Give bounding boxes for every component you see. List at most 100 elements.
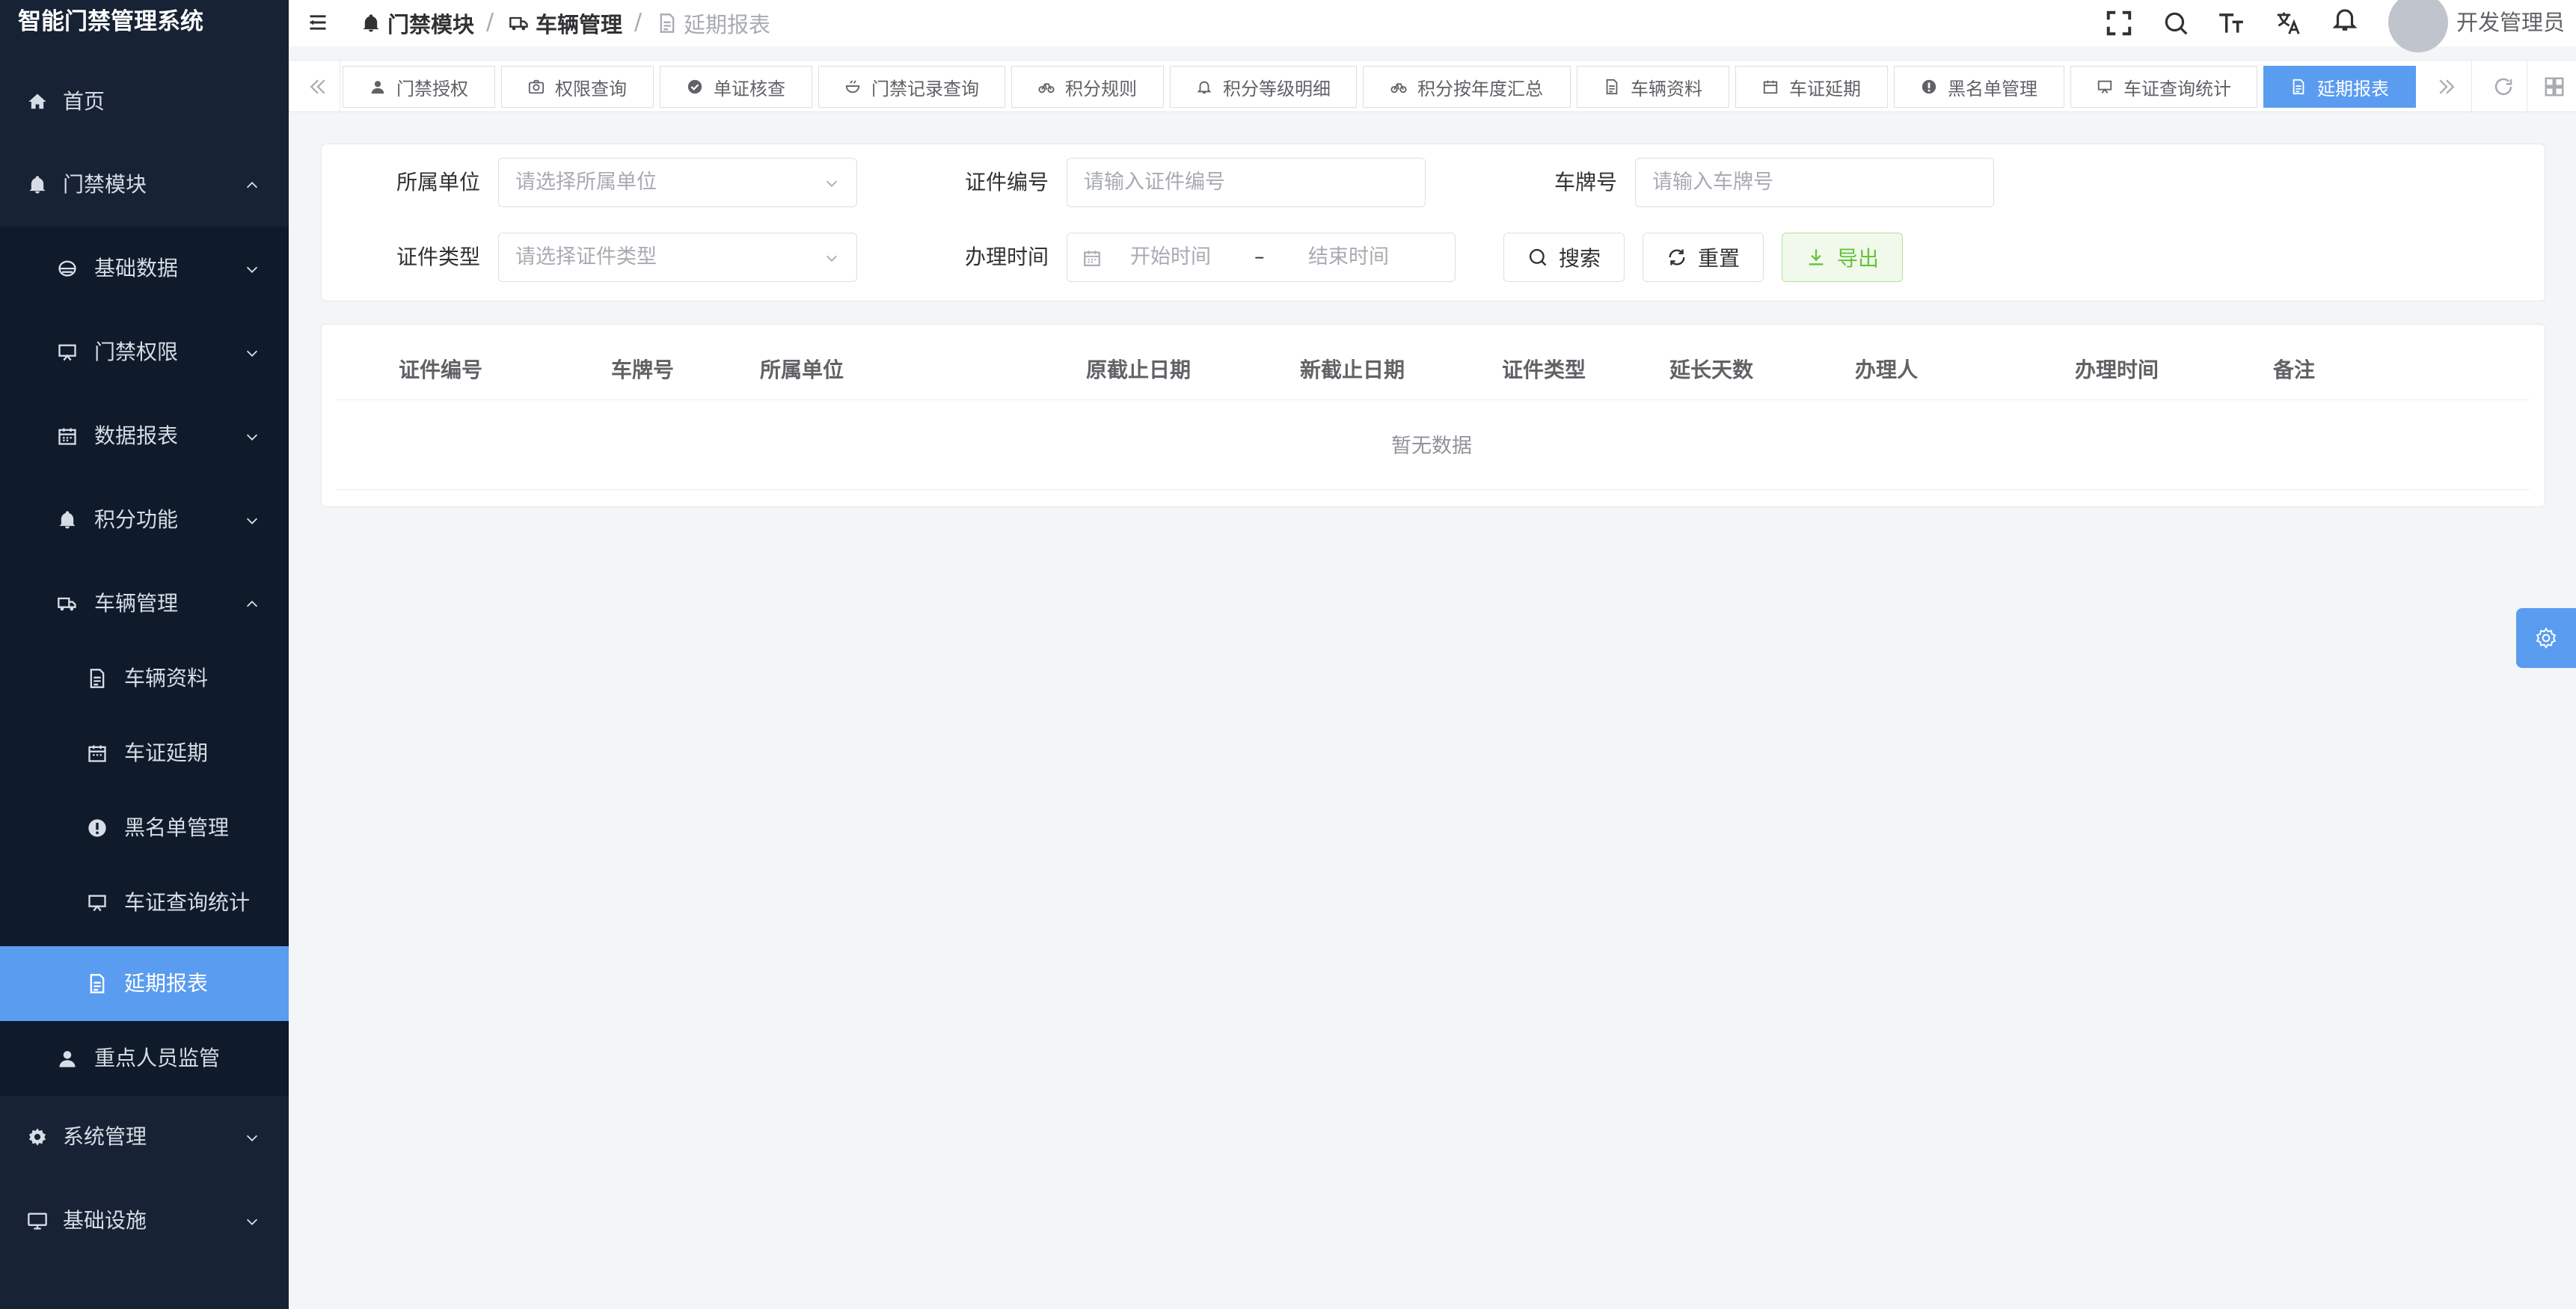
tag-label: 积分规则 bbox=[1065, 78, 1137, 99]
chevron-down-icon bbox=[826, 180, 838, 187]
sidebar-item-label: 系统管理 bbox=[63, 1124, 147, 1149]
sidebar-item-basic-data[interactable]: 基础数据 bbox=[0, 227, 289, 310]
settings-float-button[interactable] bbox=[2516, 608, 2576, 668]
tag-points-level-detail[interactable]: 积分等级明细 bbox=[1170, 66, 1357, 108]
column-header-cert-no: 证件编号 bbox=[399, 358, 483, 382]
bell-icon bbox=[29, 176, 46, 194]
column-header-unit: 所属单位 bbox=[760, 358, 844, 382]
user-icon bbox=[59, 1051, 76, 1067]
chevron-up-icon bbox=[246, 182, 258, 188]
start-date-input[interactable]: 开始时间 bbox=[1130, 233, 1211, 281]
breadcrumb-label: 门禁模块 bbox=[387, 12, 475, 37]
chevron-down-icon bbox=[246, 1218, 258, 1225]
chevron-down-icon bbox=[246, 350, 258, 357]
column-header-old-deadline: 原截止日期 bbox=[1086, 358, 1192, 382]
sidebar-item-vehicle-info[interactable]: 车辆资料 bbox=[0, 641, 289, 716]
truck-icon bbox=[58, 597, 76, 611]
sidebar-item-extension-report[interactable]: 延期报表 bbox=[0, 946, 289, 1021]
breadcrumb-separator: / bbox=[486, 9, 494, 35]
cert-no-label: 证件编号 bbox=[964, 170, 1049, 194]
calendar-icon bbox=[58, 428, 76, 445]
sidebar-item-permit-stats[interactable]: 车证查询统计 bbox=[0, 865, 289, 940]
document-icon bbox=[660, 13, 675, 33]
sidebar-item-home[interactable]: 首页 bbox=[0, 60, 289, 144]
sidebar-item-access-module[interactable]: 门禁模块 bbox=[0, 143, 289, 227]
notification-bell-icon[interactable] bbox=[2331, 4, 2359, 33]
breadcrumb-label: 延期报表 bbox=[684, 12, 771, 37]
divider bbox=[2471, 61, 2472, 113]
tag-label: 门禁授权 bbox=[396, 78, 468, 99]
sidebar-item-permit-extension[interactable]: 车证延期 bbox=[0, 716, 289, 791]
search-icon[interactable] bbox=[2162, 9, 2190, 37]
username[interactable]: 开发管理员 bbox=[2456, 0, 2565, 45]
breadcrumb-item[interactable]: 车辆管理 bbox=[509, 0, 622, 46]
refresh-icon[interactable] bbox=[2492, 76, 2515, 98]
scroll-right-icon[interactable] bbox=[2435, 76, 2458, 98]
sidebar-item-access-permission[interactable]: 门禁权限 bbox=[0, 310, 289, 394]
bowl-icon bbox=[845, 80, 860, 94]
chevron-down-icon bbox=[246, 1135, 258, 1141]
tag-vehicle-info[interactable]: 车辆资料 bbox=[1577, 66, 1729, 108]
chevron-down-icon bbox=[246, 266, 258, 273]
camera-icon bbox=[528, 79, 545, 94]
sidebar-item-infrastructure[interactable]: 基础设施 bbox=[0, 1179, 289, 1263]
tag-label: 延期报表 bbox=[2317, 78, 2389, 99]
translate-icon[interactable] bbox=[2274, 9, 2302, 37]
tag-access-record-query[interactable]: 门禁记录查询 bbox=[818, 66, 1005, 108]
tag-blacklist[interactable]: 黑名单管理 bbox=[1894, 66, 2064, 108]
export-button[interactable]: 导出 bbox=[1782, 233, 1903, 282]
sidebar-item-label: 车证延期 bbox=[124, 741, 209, 765]
search-button[interactable]: 搜索 bbox=[1503, 233, 1625, 282]
document-icon bbox=[2293, 79, 2304, 95]
unit-select-placeholder: 请选择所属单位 bbox=[515, 171, 657, 194]
gear-icon bbox=[28, 1128, 46, 1146]
tag-label: 积分等级明细 bbox=[1223, 78, 1331, 99]
tag-permit-extension[interactable]: 车证延期 bbox=[1735, 66, 1888, 108]
hamburger-icon[interactable] bbox=[307, 12, 329, 33]
check-circle-icon bbox=[687, 79, 702, 94]
sidebar-item-data-report[interactable]: 数据报表 bbox=[0, 394, 289, 478]
tag-label: 积分按年度汇总 bbox=[1417, 78, 1543, 99]
font-size-icon[interactable] bbox=[2217, 9, 2245, 37]
sidebar-item-blacklist[interactable]: 黑名单管理 bbox=[0, 791, 289, 865]
tag-points-yearly-summary[interactable]: 积分按年度汇总 bbox=[1363, 66, 1571, 108]
sidebar-item-label: 基础数据 bbox=[94, 256, 179, 280]
avatar[interactable] bbox=[2388, 0, 2448, 52]
plate-placeholder: 请输入车牌号 bbox=[1652, 171, 1773, 194]
chevron-down-icon bbox=[246, 518, 258, 524]
sidebar-item-vehicle-management[interactable]: 车辆管理 bbox=[0, 562, 289, 646]
sidebar-item-system[interactable]: 系统管理 bbox=[0, 1095, 289, 1179]
sidebar-item-points[interactable]: 积分功能 bbox=[0, 478, 289, 562]
app-title: 智能门禁管理系统 bbox=[18, 8, 203, 35]
plate-input[interactable]: 请输入车牌号 bbox=[1635, 158, 1994, 207]
reset-button[interactable]: 重置 bbox=[1643, 233, 1764, 282]
tag-points-rules[interactable]: 积分规则 bbox=[1011, 66, 1164, 108]
end-date-input[interactable]: 结束时间 bbox=[1308, 233, 1389, 281]
cert-type-select[interactable]: 请选择证件类型 bbox=[498, 233, 857, 282]
sidebar-item-key-personnel[interactable]: 重点人员监管 bbox=[0, 1021, 289, 1096]
sidebar-item-label: 首页 bbox=[63, 89, 105, 114]
sidebar-item-label: 车证查询统计 bbox=[124, 890, 251, 915]
scroll-left-icon[interactable] bbox=[307, 76, 329, 98]
tag-access-authorization[interactable]: 门禁授权 bbox=[343, 66, 495, 108]
breadcrumb-separator: / bbox=[634, 9, 643, 35]
home-icon bbox=[28, 94, 46, 109]
tag-label: 车证查询统计 bbox=[2123, 78, 2231, 99]
top-header: 门禁模块 / 车辆管理 / 延期报表 开发管理员 bbox=[289, 0, 2576, 52]
breadcrumb-current: 延期报表 bbox=[657, 0, 770, 46]
bicycle-icon bbox=[1038, 83, 1055, 94]
tag-permit-stats[interactable]: 车证查询统计 bbox=[2070, 66, 2257, 108]
cert-type-label: 证件类型 bbox=[396, 245, 480, 269]
grid-menu-icon[interactable] bbox=[2543, 76, 2566, 98]
tag-document-check[interactable]: 单证核查 bbox=[660, 66, 812, 108]
fullscreen-icon[interactable] bbox=[2105, 9, 2133, 37]
unit-select[interactable]: 请选择所属单位 bbox=[498, 158, 857, 207]
date-range-picker[interactable]: 开始时间 – 结束时间 bbox=[1067, 233, 1456, 282]
breadcrumb-item[interactable]: 门禁模块 bbox=[361, 0, 474, 46]
sidebar-item-label: 积分功能 bbox=[94, 507, 179, 532]
column-header-extend-days: 延长天数 bbox=[1669, 358, 1754, 382]
chevron-down-icon bbox=[826, 255, 838, 262]
tag-permission-query[interactable]: 权限查询 bbox=[501, 66, 654, 108]
tag-extension-report[interactable]: 延期报表 bbox=[2263, 66, 2416, 108]
cert-no-input[interactable]: 请输入证件编号 bbox=[1067, 158, 1426, 207]
